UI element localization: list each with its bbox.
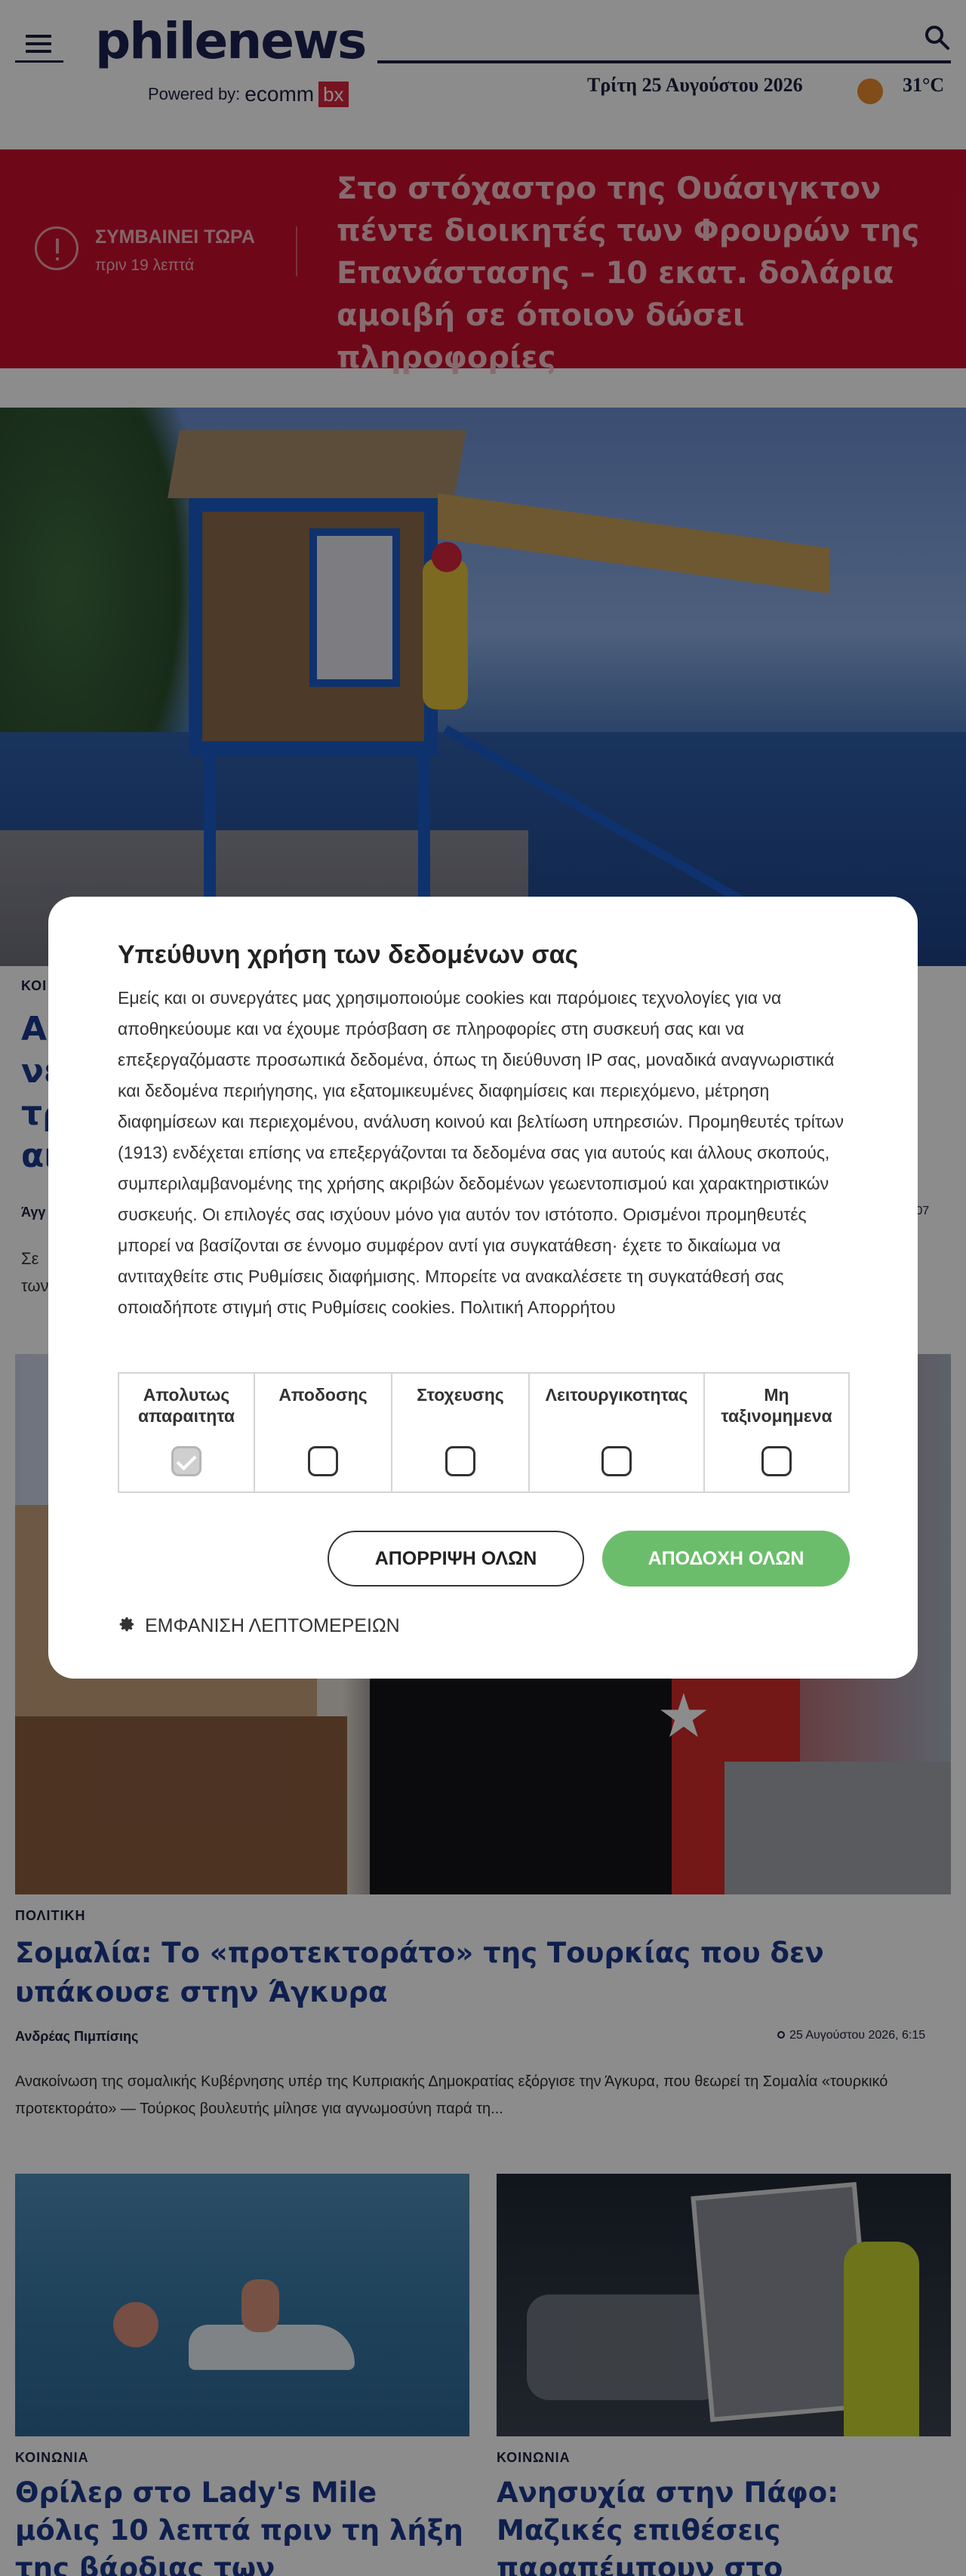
consent-title: Υπεύθυνη χρήση των δεδομένων σας (118, 940, 579, 969)
reject-all-button[interactable]: ΑΠΟΡΡΙΨΗ ΟΛΩΝ (328, 1531, 584, 1587)
category-strictly-necessary: Απολυτως απαραιτητα (119, 1374, 255, 1491)
show-details-link[interactable]: ΕΜΦΑΝΙΣΗ ΛΕΠΤΟΜΕΡΕΙΩΝ (118, 1615, 400, 1637)
category-label: Στοχευσης (417, 1385, 504, 1405)
category-unclassified: Μη ταξινομημενα (705, 1374, 848, 1491)
accept-all-button[interactable]: ΑΠΟΔΟΧΗ ΟΛΩΝ (602, 1531, 850, 1587)
category-performance: Αποδοσης (255, 1374, 392, 1491)
consent-body: Εμείς και οι συνεργάτες μας χρησιμοποιού… (118, 988, 844, 1317)
category-checkbox[interactable] (445, 1446, 475, 1476)
category-targeting: Στοχευσης (392, 1374, 530, 1491)
category-label: Αποδοσης (278, 1385, 368, 1405)
category-functionality: Λειτουργικοτητας (530, 1374, 705, 1491)
category-label: Μη ταξινομημενα (721, 1385, 832, 1426)
category-label: Απολυτως απαραιτητα (137, 1385, 235, 1426)
category-checkbox[interactable] (601, 1446, 632, 1476)
category-checkbox[interactable] (171, 1446, 202, 1476)
gear-icon (118, 1615, 136, 1637)
cookie-consent-dialog: Υπεύθυνη χρήση των δεδομένων σας Εμείς κ… (48, 897, 918, 1679)
category-checkbox[interactable] (308, 1446, 338, 1476)
category-checkbox[interactable] (761, 1446, 792, 1476)
category-label: Λειτουργικοτητας (545, 1385, 688, 1405)
consent-categories: Απολυτως απαραιτητα Αποδοσης Στοχευσης Λ… (118, 1372, 850, 1493)
show-details-label: ΕΜΦΑΝΙΣΗ ΛΕΠΤΟΜΕΡΕΙΩΝ (145, 1615, 400, 1636)
